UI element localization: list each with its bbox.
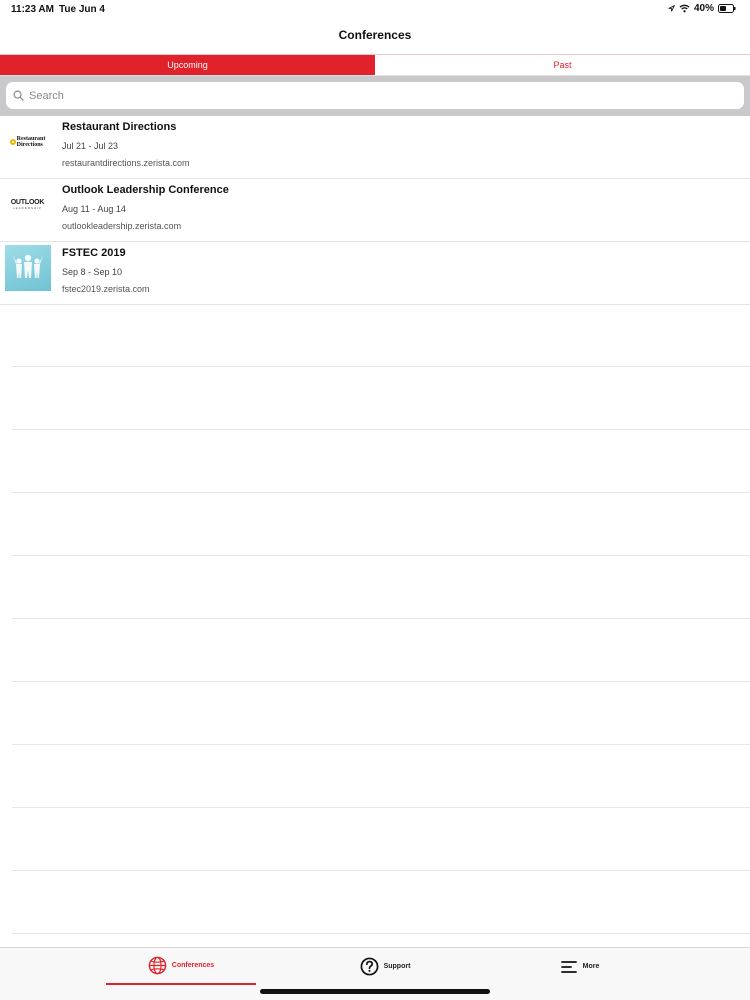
logo-text-line: Directions	[16, 141, 43, 148]
tab-more[interactable]: More	[505, 948, 655, 985]
segment-past[interactable]: Past	[375, 55, 750, 75]
empty-row-divider	[12, 745, 750, 808]
home-indicator[interactable]	[260, 989, 490, 994]
battery-percent: 40%	[693, 3, 714, 14]
empty-row-divider	[12, 871, 750, 934]
empty-row-divider	[12, 304, 750, 367]
conference-list: Restaurant Directions Restaurant Directi…	[0, 116, 750, 305]
conference-row-fstec-2019[interactable]: FSTEC 2019 Sep 8 - Sep 10 fstec2019.zeri…	[0, 242, 750, 305]
conference-url: restaurantdirections.zerista.com	[62, 158, 190, 168]
empty-row-divider	[12, 493, 750, 556]
conference-url: outlookleadership.zerista.com	[62, 221, 182, 231]
empty-row-divider	[12, 430, 750, 493]
outlook-leadership-logo: OUTLOOK LEADERSHIP	[4, 181, 51, 228]
tab-label: More	[582, 963, 600, 970]
empty-row-divider	[12, 367, 750, 430]
search-icon	[13, 90, 24, 101]
search-bar	[0, 76, 750, 116]
empty-row-divider	[12, 682, 750, 745]
empty-list-area	[12, 304, 750, 934]
status-time: 11:23 AM	[11, 4, 54, 15]
empty-row-divider	[12, 808, 750, 871]
tab-support[interactable]: Support	[310, 948, 460, 985]
people-group-icon	[12, 254, 43, 278]
conference-dates: Aug 11 - Aug 14	[62, 204, 126, 214]
question-circle-icon	[360, 957, 379, 976]
restaurant-directions-logo: Restaurant Directions	[4, 118, 51, 165]
segment-upcoming[interactable]: Upcoming	[0, 55, 375, 75]
empty-row-divider	[12, 556, 750, 619]
conference-title: Restaurant Directions	[62, 121, 177, 133]
empty-row-divider	[12, 619, 750, 682]
status-date: Tue Jun 4	[59, 4, 105, 15]
conference-url: fstec2019.zerista.com	[62, 284, 150, 294]
globe-icon	[148, 956, 167, 975]
page-title: Conferences	[338, 28, 412, 42]
conference-dates: Jul 21 - Jul 23	[62, 141, 119, 151]
conference-dates: Sep 8 - Sep 10	[62, 267, 123, 277]
tab-conferences[interactable]: Conferences	[106, 948, 256, 985]
conference-title: FSTEC 2019	[62, 247, 126, 259]
logo-text-line: OUTLOOK	[10, 199, 45, 206]
status-indicators: 40%	[668, 3, 736, 14]
logo-text-line: LEADERSHIP	[12, 206, 42, 210]
segmented-control: Upcoming Past	[0, 54, 750, 76]
wifi-icon	[679, 4, 690, 13]
tab-label: Conferences	[171, 962, 215, 969]
conference-row-restaurant-directions[interactable]: Restaurant Directions Restaurant Directi…	[0, 116, 750, 179]
conference-row-outlook-leadership[interactable]: OUTLOOK LEADERSHIP Outlook Leadership Co…	[0, 179, 750, 242]
search-field[interactable]	[6, 82, 744, 109]
status-bar: 11:23 AM Tue Jun 4 40%	[0, 0, 750, 20]
menu-lines-icon	[560, 960, 578, 974]
search-input[interactable]	[29, 89, 629, 102]
fstec-2019-logo	[4, 244, 51, 291]
conference-title: Outlook Leadership Conference	[62, 184, 229, 196]
tab-label: Support	[383, 963, 411, 970]
battery-icon	[718, 4, 736, 13]
logo-dot-icon	[9, 138, 16, 145]
location-icon	[668, 5, 675, 12]
